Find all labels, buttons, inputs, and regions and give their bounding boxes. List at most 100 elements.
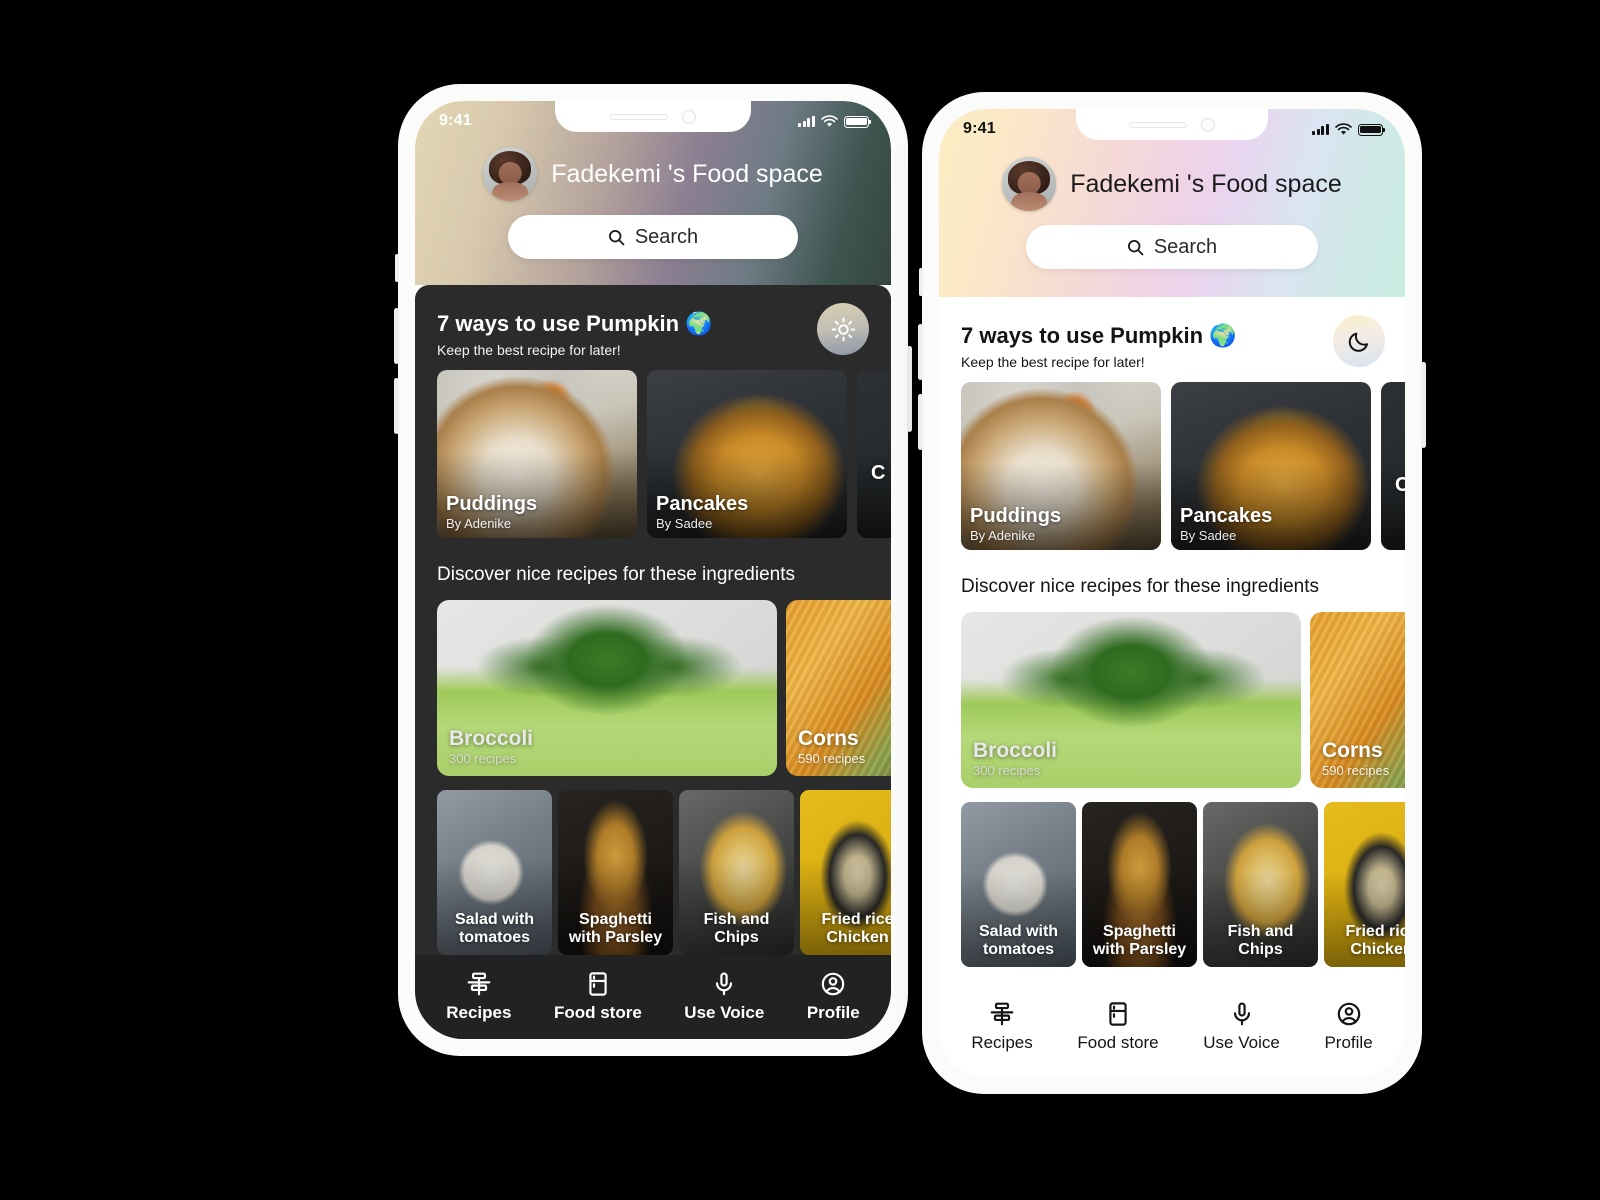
recipe-card-title: Puddings: [446, 493, 538, 516]
mute-switch[interactable]: [395, 254, 399, 282]
dish-title: Salad with tomatoes: [454, 911, 535, 947]
recipe-card[interactable]: Puddings By Adenike: [437, 370, 637, 538]
ingredient-card[interactable]: Corns 590 recipes: [1310, 612, 1405, 788]
ingredient-card[interactable]: Corns 590 recipes: [786, 600, 891, 776]
recipe-card-title: Pancakes: [656, 493, 749, 516]
status-time: 9:41: [439, 112, 472, 129]
dish-title: Salad with tomatoes: [978, 923, 1059, 959]
recipe-card[interactable]: C: [857, 370, 891, 538]
dish-card[interactable]: Fish and Chips: [1203, 802, 1318, 967]
recipe-card-author: By Sadee: [1180, 528, 1237, 543]
battery-icon: [1358, 123, 1383, 136]
search-input[interactable]: Search: [1026, 225, 1318, 269]
volume-up-button[interactable]: [918, 324, 923, 380]
ingredient-carousel[interactable]: Broccoli 300 recipes Corns 590 recipes: [939, 598, 1405, 788]
power-button[interactable]: [907, 346, 912, 432]
ingredients-section-title: Discover nice recipes for these ingredie…: [437, 564, 796, 585]
tab-recipes[interactable]: Recipes: [971, 1001, 1033, 1053]
recipe-card[interactable]: Puddings By Adenike: [961, 382, 1161, 550]
dish-title: Fish and Chips: [703, 911, 770, 947]
dish-card[interactable]: Fried rice Chicken: [1324, 802, 1405, 967]
tab-use-voice[interactable]: Use Voice: [684, 971, 764, 1023]
tab-label: Food store: [1077, 1033, 1159, 1052]
profile-row: Fadekemi 's Food space: [939, 157, 1405, 211]
profile-icon: [1337, 1002, 1360, 1026]
ingredient-name: Broccoli: [973, 739, 1058, 762]
battery-icon: [844, 115, 869, 128]
dish-card[interactable]: Fried rice Chicken: [800, 790, 891, 955]
tab-label: Use Voice: [1203, 1033, 1280, 1052]
page-title: Fadekemi 's Food space: [1070, 169, 1342, 198]
app-screen-dark: 9:41 Fadekemi 's Food space Search 7 way…: [415, 101, 891, 1039]
recipe-card[interactable]: Pancakes By Sadee: [647, 370, 847, 538]
recipe-card-author: By Adenike: [446, 516, 512, 531]
theme-toggle-button[interactable]: [817, 303, 869, 355]
tab-recipes[interactable]: Recipes: [446, 971, 511, 1023]
tab-label: Use Voice: [684, 1003, 765, 1022]
dish-card[interactable]: Salad with tomatoes: [437, 790, 552, 955]
dish-card[interactable]: Spaghetti with Parsley: [1082, 802, 1197, 967]
search-row: Search: [415, 215, 891, 259]
ingredient-carousel[interactable]: Broccoli 300 recipes Corns 590 recipes: [415, 586, 891, 776]
dish-title: Fried rice Chicken: [821, 911, 891, 947]
cellular-signal-icon: [798, 115, 815, 128]
tab-profile[interactable]: Profile: [1324, 1001, 1373, 1053]
sun-icon: [831, 317, 855, 341]
tab-food-store[interactable]: Food store: [1077, 1001, 1159, 1053]
recipe-card[interactable]: C: [1381, 382, 1405, 550]
front-camera: [1201, 117, 1215, 132]
ingredient-count: 590 recipes: [1322, 763, 1390, 778]
ingredient-name: Corns: [798, 727, 859, 750]
theme-toggle-button[interactable]: [1333, 315, 1385, 367]
dish-card[interactable]: Fish and Chips: [679, 790, 794, 955]
recipe-card-title: C: [1395, 474, 1405, 497]
volume-up-button[interactable]: [394, 308, 399, 364]
microphone-icon: [716, 972, 733, 996]
recipe-card-title: Pancakes: [1180, 505, 1273, 528]
dish-card[interactable]: Spaghetti with Parsley: [558, 790, 673, 955]
dish-carousel[interactable]: Salad with tomatoes Spaghetti with Parsl…: [939, 788, 1405, 967]
volume-down-button[interactable]: [918, 394, 923, 450]
search-icon: [1127, 239, 1144, 255]
fridge-icon: [589, 972, 607, 996]
recipe-carousel[interactable]: Puddings By Adenike Pancakes By Sadee C: [415, 358, 891, 538]
device-notch: [555, 101, 751, 132]
ingredient-name: Corns: [1322, 739, 1383, 762]
wifi-icon: [821, 115, 838, 127]
phone-mockup-light: 9:41 Fadekemi 's Food space Search 7 way…: [918, 92, 1426, 1094]
tab-food-store[interactable]: Food store: [554, 971, 642, 1023]
ingredient-card[interactable]: Broccoli 300 recipes: [961, 612, 1301, 788]
content-sheet: 7 ways to use Pumpkin 🌍 Keep the best re…: [939, 297, 1405, 1077]
bottom-navigation: Recipes Food store Use Voice Profile: [415, 955, 891, 1039]
page-title: Fadekemi 's Food space: [551, 159, 823, 188]
wifi-icon: [1335, 123, 1352, 135]
app-screen-light: 9:41 Fadekemi 's Food space Search 7 way…: [939, 109, 1405, 1077]
dish-title: Fried rice Chicken: [1345, 923, 1405, 959]
dish-carousel[interactable]: Salad with tomatoes Spaghetti with Parsl…: [415, 776, 891, 955]
phone-mockup-dark: 9:41 Fadekemi 's Food space Search 7 way…: [394, 84, 912, 1056]
front-camera: [682, 109, 696, 124]
avatar[interactable]: [1002, 157, 1057, 211]
search-placeholder: Search: [634, 225, 699, 248]
cellular-signal-icon: [1312, 123, 1329, 136]
recipe-carousel[interactable]: Puddings By Adenike Pancakes By Sadee C: [939, 370, 1405, 550]
mute-switch[interactable]: [919, 268, 923, 296]
microphone-icon: [1233, 1002, 1250, 1026]
power-button[interactable]: [1421, 362, 1426, 448]
recipe-card-title: C: [871, 462, 886, 485]
tab-label: Recipes: [971, 1033, 1033, 1052]
volume-down-button[interactable]: [394, 378, 399, 434]
device-notch: [1076, 109, 1268, 140]
tab-label: Profile: [806, 1003, 860, 1022]
tab-use-voice[interactable]: Use Voice: [1203, 1001, 1280, 1053]
recipe-card[interactable]: Pancakes By Sadee: [1171, 382, 1371, 550]
tab-profile[interactable]: Profile: [807, 971, 860, 1023]
avatar[interactable]: [483, 147, 538, 201]
dish-card[interactable]: Salad with tomatoes: [961, 802, 1076, 967]
search-row: Search: [939, 225, 1405, 269]
search-input[interactable]: Search: [508, 215, 798, 259]
ingredients-section-header: Discover nice recipes for these ingredie…: [415, 538, 891, 586]
recipe-card-author: By Adenike: [970, 528, 1036, 543]
earpiece-speaker: [610, 113, 668, 120]
ingredient-card[interactable]: Broccoli 300 recipes: [437, 600, 777, 776]
